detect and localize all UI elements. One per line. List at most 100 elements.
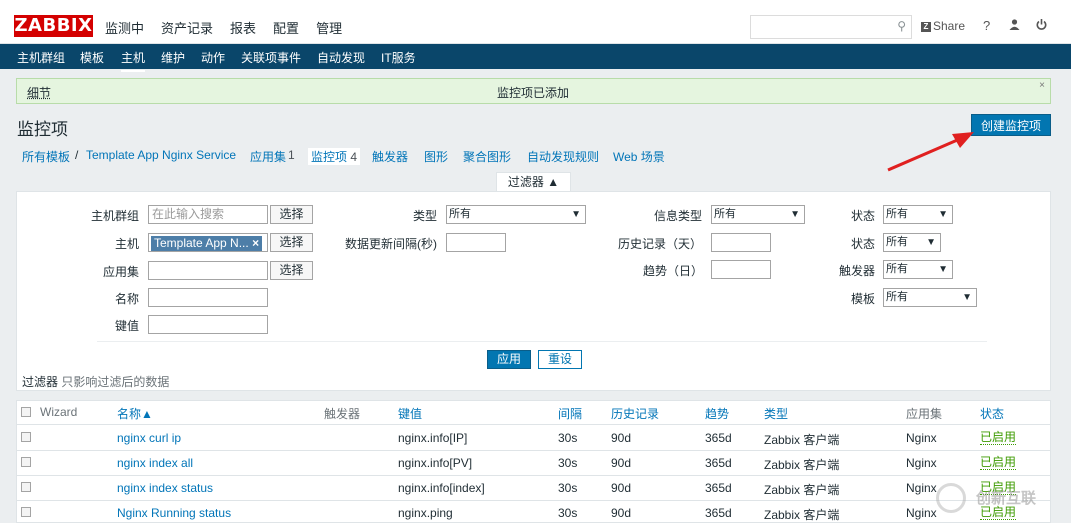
crumb-separator: / [75,148,79,162]
chip-close-icon[interactable]: × [252,236,259,250]
type-select[interactable]: 所有 ▼ [446,205,586,224]
item-name-link[interactable]: Nginx Running status [117,506,231,520]
item-status-toggle[interactable]: 已启用 [980,456,1017,470]
application-input[interactable] [148,261,268,280]
subnav-it-services[interactable]: IT服务 [381,49,416,66]
menu-administration[interactable]: 管理 [316,18,342,37]
header-type[interactable]: 类型 [764,405,788,422]
status-select-value: 所有 [886,236,908,248]
filter-note: 过滤器 只影响过滤后的数据 [22,373,169,390]
menu-reports[interactable]: 报表 [230,18,256,37]
subnav-discovery[interactable]: 自动发现 [317,49,365,66]
top-bar: ZABBIX 监测中 资产记录 报表 配置 管理 ⚲ Z Share ? [0,0,1071,44]
row-checkbox[interactable] [21,482,31,492]
tab-discovery-rules[interactable]: 自动发现规则 [527,148,599,165]
triggers-select[interactable]: 所有 ▼ [883,260,953,279]
tab-triggers[interactable]: 触发器 [372,148,408,165]
close-icon[interactable]: × [1039,80,1045,91]
chevron-down-icon: ▼ [790,209,800,220]
item-interval: 30s [558,431,578,445]
user-icon[interactable] [1008,18,1021,34]
item-name-link[interactable]: nginx index status [117,481,213,495]
header-key[interactable]: 键值 [398,405,422,422]
item-interval: 30s [558,506,578,520]
chevron-down-icon: ▼ [571,209,581,220]
update-interval-input[interactable] [446,233,506,252]
subnav-templates[interactable]: 模板 [80,49,104,66]
type-select-value: 所有 [449,208,471,220]
template-select[interactable]: 所有 ▼ [883,288,977,307]
host-group-input[interactable]: 在此输入搜索 [148,205,268,224]
item-history: 90d [611,481,632,495]
status-label: 状态 [851,237,876,251]
subnav-actions[interactable]: 动作 [201,49,225,66]
crumb-template[interactable]: Template App Nginx Service [86,148,236,162]
reset-button[interactable]: 重设 [538,350,582,369]
chevron-down-icon: ▼ [962,292,972,303]
header-status[interactable]: 状态 [980,405,1004,422]
key-label: 键值 [115,319,140,333]
share-link[interactable]: Z Share [921,19,965,33]
item-type: Zabbix 客户端 [764,458,840,472]
subnav-host-groups[interactable]: 主机群组 [17,49,65,66]
item-name-link[interactable]: nginx index all [117,456,193,470]
tab-graphs[interactable]: 图形 [424,148,448,165]
subnav-hosts[interactable]: 主机 [121,49,146,72]
search-input[interactable]: ⚲ [750,15,912,39]
history-input[interactable] [711,233,771,252]
update-interval-label: 数据更新间隔(秒) [345,237,437,251]
item-type: Zabbix 客户端 [764,508,840,522]
filter-panel: 主机群组 在此输入搜索 选择 主机 Template App N... × 选择… [16,191,1051,391]
zabbix-logo[interactable]: ZABBIX [14,15,93,37]
item-key: nginx.info[index] [398,481,485,495]
row-checkbox[interactable] [21,457,31,467]
item-trends: 365d [705,431,732,445]
menu-configuration[interactable]: 配置 [273,18,299,37]
key-input[interactable] [148,315,268,334]
header-trends[interactable]: 趋势 [705,405,729,422]
power-icon[interactable] [1035,18,1048,34]
apply-button[interactable]: 应用 [487,350,531,369]
header-interval[interactable]: 间隔 [558,405,582,422]
row-checkbox[interactable] [21,507,31,517]
header-triggers: 触发器 [324,407,361,421]
select-all-checkbox[interactable] [21,407,31,417]
row-checkbox[interactable] [21,432,31,442]
chevron-down-icon: ▼ [938,209,948,220]
subnav-correlation[interactable]: 关联项事件 [241,49,301,66]
item-name-link[interactable]: nginx curl ip [117,431,181,445]
filter-note-title: 过滤器 [22,375,59,389]
host-group-select-button[interactable]: 选择 [270,205,313,224]
create-item-button[interactable]: 创建监控项 [971,114,1051,136]
host-input[interactable]: Template App N... × [148,233,268,252]
template-select-value: 所有 [886,291,908,303]
menu-monitoring[interactable]: 监测中 [105,18,144,37]
header-history[interactable]: 历史记录 [611,405,659,422]
search-icon[interactable]: ⚲ [897,19,906,33]
filter-toggle-tab[interactable]: 过滤器 ▲ [496,172,571,192]
host-chip: Template App N... × [151,236,263,251]
name-input[interactable] [148,288,268,307]
trends-label: 趋势（日） [643,264,704,278]
subnav-maintenance[interactable]: 维护 [161,49,185,66]
tab-applications[interactable]: 应用集 [250,148,286,165]
host-label: 主机 [115,237,140,251]
trends-input[interactable] [711,260,771,279]
status-select[interactable]: 所有 ▼ [883,233,941,252]
host-select-button[interactable]: 选择 [270,233,313,252]
crumb-all-templates[interactable]: 所有模板 [22,148,70,165]
state-select[interactable]: 所有 ▼ [883,205,953,224]
menu-inventory[interactable]: 资产记录 [161,18,213,37]
help-icon[interactable]: ? [983,18,990,33]
header-name[interactable]: 名称▲ [117,405,153,422]
item-application: Nginx [906,506,937,520]
info-type-select[interactable]: 所有 ▼ [711,205,805,224]
tab-web-scenarios[interactable]: Web 场景 [613,148,665,165]
host-group-label: 主机群组 [91,209,140,223]
application-select-button[interactable]: 选择 [270,261,313,280]
success-message: 细节 监控项已添加 × [16,78,1051,104]
tab-screens[interactable]: 聚合图形 [463,148,511,165]
message-details-link[interactable]: 细节 [27,84,51,101]
item-status-toggle[interactable]: 已启用 [980,431,1017,445]
row-divider [17,500,1050,501]
